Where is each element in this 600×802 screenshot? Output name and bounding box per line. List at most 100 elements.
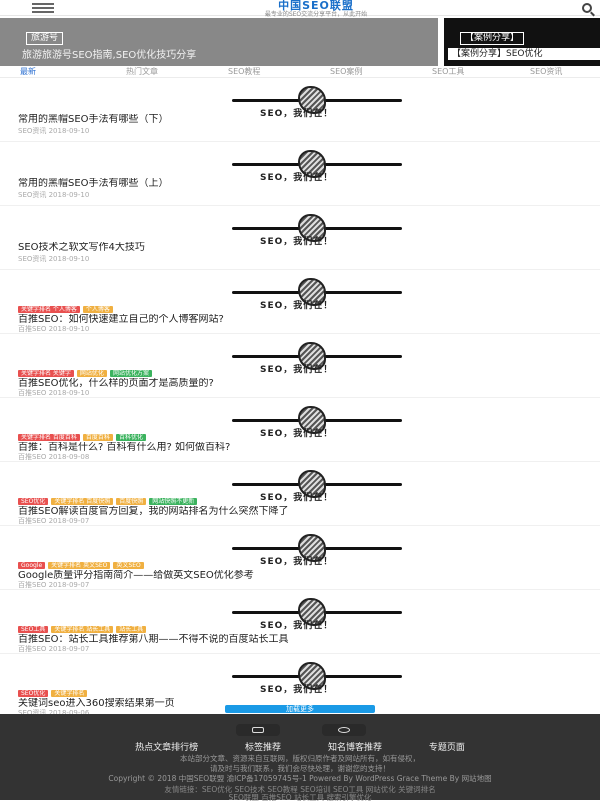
tag-badge[interactable]: 关键字排名 站长工具 [51,626,114,633]
tag-badge[interactable]: 网站优化 [76,370,107,377]
article-thumbnail[interactable]: SEO，我们在！ [226,276,406,311]
footer-link-blogs[interactable]: 知名博客推荐 [328,740,382,753]
footer-link-hot[interactable]: 热点文章排行榜 [135,740,198,753]
article-thumbnail[interactable]: SEO，我们在！ [226,660,406,695]
tag-badge[interactable]: 站长工具 [116,626,147,633]
article-thumbnail[interactable]: SEO，我们在！ [226,212,406,247]
category-tabs: 最新 热门文章 SEO教程 SEO案例 SEO工具 SEO资讯 [0,66,600,78]
tag-badge[interactable]: 关键字排名 个人博客 [18,306,80,313]
footer-notice-1: 本站部分文章、资源来自互联网，版权归原作者及网站所有，如有侵权， [180,754,420,763]
article-title[interactable]: 百推SEO：如何快速建立自己的个人博客网站? [18,314,600,325]
slide-side[interactable]: 【案例分享】 【案例分享】SEO优化 [444,18,600,66]
article-meta: 百推SEO 2018-09-10 [18,325,90,333]
tag-badge[interactable]: 关键字排名 百度快照 [51,498,114,505]
article-tags: SEO工具 关键字排名 站长工具 站长工具 [18,626,149,634]
footer-copyright: Copyright © 2018 中国SEO联盟 渝ICP备17059745号-… [108,774,492,783]
article-item[interactable]: SEO，我们在！ 常用的黑帽SEO手法有哪些（下） SEO资讯 2018-09-10 [0,78,600,142]
thumbnail-brand-text: SEO，我们在！ [260,429,334,439]
article-title[interactable]: Google质量评分指南简介——给做英文SEO优化参考 [18,570,600,581]
thumbnail-brand-text: SEO，我们在！ [260,621,334,631]
footer-link-tags[interactable]: 标签推荐 [245,740,281,753]
article-title[interactable]: 百推SEO：站长工具推荐第八期——不得不说的百度站长工具 [18,634,600,645]
site-name: 中国SEO联盟 [278,0,354,12]
article-thumbnail[interactable]: SEO，我们在！ [226,340,406,375]
tab-seo-news[interactable]: SEO资讯 [530,66,562,77]
article-thumbnail[interactable]: SEO，我们在！ [226,532,406,567]
article-item[interactable]: SEO，我们在！ 常用的黑帽SEO手法有哪些（上） SEO资讯 2018-09-10 [0,142,600,206]
article-item[interactable]: SEO，我们在！ 关键字排名 百度百科 百度百科 百科优化 百推：百科是什么? 百科有什… [0,398,600,462]
article-meta: 百推SEO 2018-09-10 [18,389,90,397]
thumbnail-brand-text: SEO，我们在！ [260,365,334,375]
menu-icon[interactable] [32,3,54,13]
tag-badge[interactable]: 关键字排名 百度百科 [18,434,80,441]
slide-side-caption: 【案例分享】SEO优化 [448,48,600,60]
article-tags: 关键字排名 个人博客 个人博客 [18,306,116,314]
article-item[interactable]: SEO，我们在！ SEO工具 关键字排名 站长工具 站长工具 百推SEO：站长工具推荐第… [0,590,600,654]
article-title[interactable]: 常用的黑帽SEO手法有哪些（下） [18,114,600,125]
thumbnail-brand-text: SEO，我们在！ [260,493,334,503]
tag-badge[interactable]: 关键字排名 关键字 [18,370,74,377]
article-thumbnail[interactable]: SEO，我们在！ [226,404,406,439]
article-meta: SEO资讯 2018-09-10 [18,191,90,199]
tag-badge[interactable]: SEO优化 [18,498,49,505]
top-bar: 中国SEO联盟 最专业的SEO交流分享平台，从此开始 [0,0,600,18]
footer-wechat-icon[interactable] [322,724,366,736]
article-item[interactable]: SEO，我们在！ SEO优化 关键字排名 百度快照 百度快照 网站快照不更新 百推SEO解… [0,462,600,526]
load-more-button[interactable]: 加载更多 [225,705,375,713]
article-tags: 关键字排名 关键字 网站优化 网站优化方案 [18,370,155,378]
article-thumbnail[interactable]: SEO，我们在！ [226,468,406,503]
footer-card-icon[interactable] [236,724,280,736]
footer-notice-2: 请及时与我们联系，我们会尽快处理，谢谢您的支持！ [210,764,390,773]
article-title[interactable]: SEO技术之软文写作4大技巧 [18,242,600,253]
tag-badge[interactable]: 百度快照 [116,498,147,505]
tab-seo-tools[interactable]: SEO工具 [432,66,464,77]
tag-badge[interactable]: 百科优化 [115,434,146,441]
article-tags: SEO优化 关键字排名 百度快照 百度快照 网站快照不更新 [18,498,200,506]
tag-badge[interactable]: 网站快照不更新 [149,498,198,505]
article-title[interactable]: 百推：百科是什么? 百科有什么用? 如何做百科? [18,442,600,453]
article-meta: 百推SEO 2018-09-07 [18,517,90,525]
tab-latest[interactable]: 最新 [20,66,36,77]
tag-badge[interactable]: SEO优化 [18,690,49,697]
tag-badge[interactable]: 网站优化方案 [109,370,152,377]
article-list: SEO，我们在！ 常用的黑帽SEO手法有哪些（下） SEO资讯 2018-09-10… [0,78,600,718]
tab-seo-case[interactable]: SEO案例 [330,66,362,77]
tag-badge[interactable]: 个人博客 [82,306,113,313]
footer-friend-links-2[interactable]: SEO联盟 百推SEO 站长工具 搜索引擎优化 [0,793,600,802]
footer-link-topics[interactable]: 专题页面 [429,740,465,753]
article-meta: SEO资讯 2018-09-10 [18,255,90,263]
article-item[interactable]: SEO，我们在！ Google 关键字排名 英文SEO 英文SEO Google质量评分… [0,526,600,590]
slide-main[interactable]: 旅游号 旅游旅游号SEO指南,SEO优化技巧分享 [0,18,438,66]
article-thumbnail[interactable]: SEO，我们在！ [226,84,406,119]
article-tags: SEO优化 关键字排名 [18,690,90,698]
tag-badge[interactable]: 关键字排名 [51,690,88,697]
tag-badge[interactable]: 百度百科 [82,434,113,441]
article-title[interactable]: 常用的黑帽SEO手法有哪些（上） [18,178,600,189]
article-tags: 关键字排名 百度百科 百度百科 百科优化 [18,434,149,442]
slide-main-caption: 旅游旅游号SEO指南,SEO优化技巧分享 [22,50,197,61]
search-icon[interactable] [582,3,592,13]
article-meta: 百推SEO 2018-09-07 [18,645,90,653]
article-meta: 百推SEO 2018-09-07 [18,581,90,589]
thumbnail-brand-text: SEO，我们在！ [260,557,334,567]
article-title[interactable]: 百推SEO优化，什么样的页面才是高质量的? [18,378,600,389]
article-meta: SEO资讯 2018-09-10 [18,127,90,135]
article-item[interactable]: SEO，我们在！ SEO技术之软文写作4大技巧 SEO资讯 2018-09-10 [0,206,600,270]
tab-seo-tutorial[interactable]: SEO教程 [228,66,260,77]
tag-badge[interactable]: Google [18,562,46,569]
article-item[interactable]: SEO，我们在！ 关键字排名 个人博客 个人博客 百推SEO：如何快速建立自己的个人博… [0,270,600,334]
tab-popular[interactable]: 热门文章 [126,66,158,77]
tag-badge[interactable]: 关键字排名 英文SEO [48,562,111,569]
tag-badge[interactable]: SEO工具 [18,626,49,633]
footer-links: 热点文章排行榜 标签推荐 知名博客推荐 专题页面 [0,740,600,753]
thumbnail-brand-text: SEO，我们在！ [260,685,334,695]
site-logo[interactable]: 中国SEO联盟 最专业的SEO交流分享平台，从此开始 [236,0,396,18]
article-meta: 百推SEO 2018-09-08 [18,453,90,461]
article-thumbnail[interactable]: SEO，我们在！ [226,148,406,183]
article-title[interactable]: 百推SEO解读百度官方回复，我的网站排名为什么突然下降了 [18,506,600,517]
article-thumbnail[interactable]: SEO，我们在！ [226,596,406,631]
tag-badge[interactable]: 英文SEO [113,562,144,569]
footer: 热点文章排行榜 标签推荐 知名博客推荐 专题页面 本站部分文章、资源来自互联网，… [0,714,600,802]
article-item[interactable]: SEO，我们在！ 关键字排名 关键字 网站优化 网站优化方案 百推SEO优化，什么样的页… [0,334,600,398]
thumbnail-brand-text: SEO，我们在！ [260,301,334,311]
